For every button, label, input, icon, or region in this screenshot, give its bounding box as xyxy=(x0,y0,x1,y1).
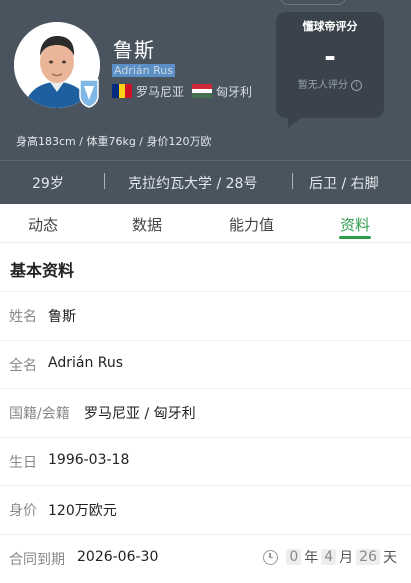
meta-separator xyxy=(292,173,293,189)
countdown-days: 26 xyxy=(356,549,380,565)
countdown-month-unit: 月 xyxy=(339,550,354,566)
info-row-full-name: 全名 Adrián Rus xyxy=(0,340,411,389)
info-icon[interactable]: i xyxy=(351,79,363,91)
row-value: 2026-06-30 xyxy=(77,549,159,565)
section-title: 基本资料 xyxy=(10,261,75,280)
info-row-nationality: 国籍/会籍 罗马尼亚 / 匈牙利 xyxy=(0,388,411,437)
tab-ability[interactable]: 能力值 xyxy=(229,214,274,235)
row-value: 鲁斯 xyxy=(48,309,76,325)
player-position-foot: 后卫 / 右脚 xyxy=(309,176,379,192)
info-row-market-value: 身价 120万欧元 xyxy=(0,485,411,534)
countdown-day-unit: 天 xyxy=(383,550,397,566)
romania-flag-icon xyxy=(112,84,133,98)
rating-card[interactable]: 懂球帝评分 - 暂无人评分 i xyxy=(276,12,384,118)
rating-note-text: 暂无人评分 xyxy=(297,80,348,91)
nationality-1: 罗马尼亚 xyxy=(136,84,185,99)
header-top-pill xyxy=(280,0,346,5)
meta-separator xyxy=(104,173,105,189)
tab-profile[interactable]: 资料 xyxy=(340,214,370,235)
row-value: 罗马尼亚 / 匈牙利 xyxy=(84,406,196,422)
row-value: 1996-03-18 xyxy=(48,452,130,468)
info-row-name: 姓名 鲁斯 xyxy=(0,291,411,340)
player-meta-row: 29岁 克拉约瓦大学 / 28号 后卫 / 右脚 xyxy=(0,171,411,193)
nationality-row: 罗马尼亚 匈牙利 xyxy=(112,82,252,100)
header-divider xyxy=(0,160,411,161)
rating-title: 懂球帝评分 xyxy=(302,20,358,33)
countdown-months: 4 xyxy=(321,549,337,565)
info-row-birthday: 生日 1996-03-18 xyxy=(0,437,411,486)
row-label: 生日 xyxy=(9,455,37,471)
info-row-contract: 合同到期 2026-06-30 0 年 4 月 26 天 xyxy=(0,534,411,583)
player-stats-line: 身高183cm / 体重76kg / 身价120万欧 xyxy=(16,135,212,148)
row-label: 身价 xyxy=(9,503,37,519)
player-header: 鲁斯 Adrián Rus 罗马尼亚 匈牙利 懂球帝评分 - 暂无人评分 i 身… xyxy=(0,0,411,204)
rating-score: - xyxy=(324,40,336,73)
row-value: 120万欧元 xyxy=(48,503,117,519)
tab-news[interactable]: 动态 xyxy=(28,214,58,235)
rating-card-tail xyxy=(288,116,304,128)
row-label: 姓名 xyxy=(9,309,37,325)
row-label: 全名 xyxy=(9,358,37,374)
player-club-number[interactable]: 克拉约瓦大学 / 28号 xyxy=(128,173,257,193)
contract-countdown: 0 年 4 月 26 天 xyxy=(263,547,397,567)
rating-note: 暂无人评分 i xyxy=(276,76,384,91)
active-tab-indicator xyxy=(339,236,371,239)
countdown-years: 0 xyxy=(286,549,302,565)
player-latin-name: Adrián Rus xyxy=(112,64,175,77)
row-label: 合同到期 xyxy=(9,552,65,568)
countdown-year-unit: 年 xyxy=(304,550,319,566)
tab-data[interactable]: 数据 xyxy=(132,214,162,235)
nationality-2: 匈牙利 xyxy=(216,84,253,99)
row-value: Adrián Rus xyxy=(48,355,124,371)
player-name: 鲁斯 xyxy=(113,38,155,62)
row-label: 国籍/会籍 xyxy=(9,406,70,422)
hungary-flag-icon xyxy=(192,84,213,99)
clock-icon xyxy=(263,549,279,565)
club-badge-icon xyxy=(78,78,100,108)
player-age: 29岁 xyxy=(32,176,64,192)
